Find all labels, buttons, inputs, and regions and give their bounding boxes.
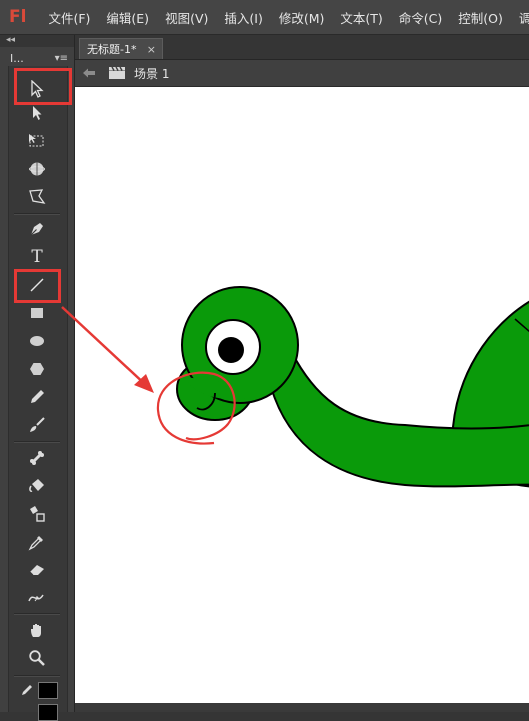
width-icon bbox=[28, 594, 44, 602]
panel-menu-icon[interactable]: ▾≡ bbox=[55, 53, 68, 64]
hand-tool[interactable] bbox=[8, 617, 66, 643]
menu-control[interactable]: 控制(O) bbox=[458, 8, 503, 27]
menu-insert[interactable]: 插入(I) bbox=[224, 8, 262, 27]
polystar-icon bbox=[30, 363, 44, 375]
menu-file[interactable]: 文件(F) bbox=[48, 8, 90, 27]
turtle-artwork bbox=[176, 286, 529, 488]
menu-bar: Fl 文件(F) 编辑(E) 视图(V) 插入(I) 修改(M) 文本(T) 命… bbox=[0, 0, 529, 35]
rectangle-icon bbox=[31, 308, 43, 318]
oval-icon bbox=[30, 336, 44, 346]
text-tool[interactable]: T bbox=[8, 244, 66, 270]
pen-tool[interactable] bbox=[8, 216, 66, 242]
close-icon[interactable]: × bbox=[147, 43, 156, 56]
eyedropper-icon bbox=[28, 536, 43, 551]
pencil-tool[interactable] bbox=[8, 384, 66, 410]
free-transform-tool[interactable] bbox=[8, 128, 66, 154]
bone-tool[interactable] bbox=[8, 445, 66, 471]
polystar-tool[interactable] bbox=[8, 356, 66, 382]
menu-debug[interactable]: 调试 bbox=[519, 8, 529, 27]
oval-tool[interactable] bbox=[8, 328, 66, 354]
clapperboard-icon bbox=[109, 66, 125, 79]
line-tool-highlight bbox=[14, 269, 61, 303]
pencil-icon bbox=[31, 390, 44, 403]
panel-collapse-button[interactable]: ◂◂ bbox=[0, 35, 74, 47]
document-tab[interactable]: 无标题-1* × bbox=[79, 38, 163, 59]
3d-rotation-icon bbox=[29, 162, 45, 176]
pen-icon bbox=[30, 223, 43, 236]
menu-text[interactable]: 文本(T) bbox=[340, 8, 382, 27]
menu-modify[interactable]: 修改(M) bbox=[279, 8, 325, 27]
text-tool-glyph: T bbox=[31, 247, 43, 267]
menu-commands[interactable]: 命令(C) bbox=[399, 8, 442, 27]
fill-color-swatch[interactable] bbox=[38, 704, 58, 721]
bone-icon bbox=[30, 451, 44, 465]
app-logo: Fl bbox=[9, 7, 27, 27]
paint-bucket-icon bbox=[29, 479, 44, 492]
rectangle-tool[interactable] bbox=[8, 300, 66, 326]
horizontal-scrollbar[interactable] bbox=[75, 703, 529, 712]
tools-panel-title: I... bbox=[10, 51, 24, 65]
stage-canvas[interactable] bbox=[75, 87, 529, 712]
document-tab-bar: 无标题-1* × bbox=[75, 35, 529, 60]
zoom-icon bbox=[29, 650, 45, 666]
menu-edit[interactable]: 编辑(E) bbox=[106, 8, 149, 27]
tools-panel-header: I... ▾≡ bbox=[4, 49, 70, 67]
tool-separator bbox=[14, 213, 60, 215]
free-transform-icon bbox=[29, 134, 44, 147]
eraser-icon bbox=[29, 565, 44, 576]
stroke-color-swatch[interactable] bbox=[38, 682, 58, 699]
ink-bottle-tool[interactable] bbox=[8, 501, 66, 527]
tool-separator bbox=[14, 613, 60, 615]
3d-rotation-tool[interactable] bbox=[8, 156, 66, 182]
lasso-icon bbox=[29, 189, 46, 204]
brush-tool[interactable] bbox=[8, 412, 66, 438]
subselection-arrow-icon bbox=[33, 106, 42, 120]
eyedropper-tool[interactable] bbox=[8, 529, 66, 555]
stroke-color-pencil-icon bbox=[20, 683, 34, 700]
scene-label: 场景 1 bbox=[134, 66, 170, 81]
tool-separator bbox=[14, 675, 60, 677]
tool-separator bbox=[14, 441, 60, 443]
paint-bucket-tool[interactable] bbox=[8, 473, 66, 499]
scene-bar: 场景 1 bbox=[75, 60, 529, 87]
width-tool[interactable] bbox=[8, 585, 66, 611]
hand-icon bbox=[31, 624, 41, 637]
ink-bottle-icon bbox=[30, 506, 45, 522]
zoom-tool[interactable] bbox=[8, 645, 66, 671]
menu-view[interactable]: 视图(V) bbox=[165, 8, 208, 27]
document-tab-label: 无标题-1* bbox=[87, 43, 137, 56]
back-arrow-icon[interactable] bbox=[82, 67, 96, 79]
turtle-pupil bbox=[218, 337, 244, 363]
subselection-tool[interactable] bbox=[8, 100, 66, 126]
brush-icon bbox=[30, 417, 45, 432]
lasso-tool[interactable] bbox=[8, 184, 66, 210]
eraser-tool[interactable] bbox=[8, 557, 66, 583]
